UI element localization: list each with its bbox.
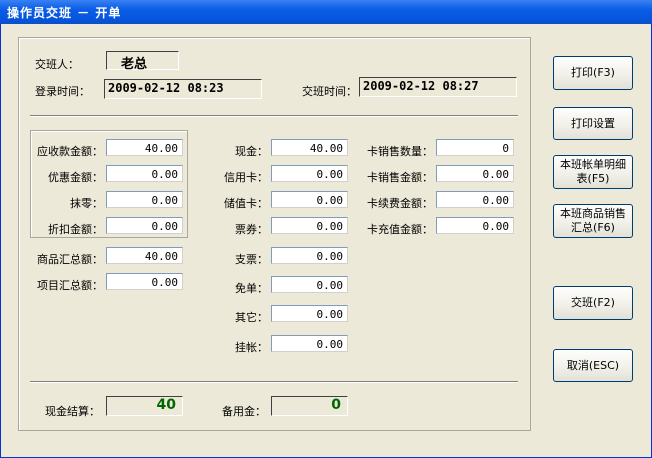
voucher-field[interactable]: 0.00 [271, 217, 348, 234]
card-recharge-field[interactable]: 0.00 [436, 217, 514, 234]
card-renewal-label: 卡续费金额： [367, 197, 433, 210]
items-total-label: 项目汇总额： [37, 279, 103, 292]
cash-field[interactable]: 40.00 [271, 139, 348, 156]
credit-card-field[interactable]: 0.00 [271, 165, 348, 182]
footer-divider [30, 381, 518, 383]
print-settings-button-label: 打印设置 [571, 116, 615, 130]
receivable-label: 应收款金额： [37, 145, 103, 158]
rebate-field[interactable]: 0.00 [106, 217, 183, 234]
shift-detail-button[interactable]: 本班帐单明细 表(F5) [553, 155, 633, 189]
handover-person-field: 老总 [106, 51, 179, 72]
goods-total-field[interactable]: 40.00 [106, 247, 183, 264]
reserve-field: 0 [271, 396, 348, 416]
card-sales-amount-label: 卡销售金额： [367, 171, 433, 184]
cancel-button[interactable]: 取消(ESC) [553, 349, 633, 382]
stored-card-label: 储值卡： [224, 197, 268, 210]
handover-button[interactable]: 交班(F2) [553, 286, 633, 320]
cash-settlement-field: 40 [106, 396, 183, 416]
handover-button-label: 交班(F2) [571, 296, 615, 309]
shift-detail-button-line1: 本班帐单明细 [560, 158, 626, 171]
check-label: 支票： [235, 253, 268, 266]
card-renewal-field[interactable]: 0.00 [436, 191, 514, 208]
shift-goods-button-line1: 本班商品销售 [560, 207, 626, 220]
shift-goods-summary-button[interactable]: 本班商品销售 汇总(F6) [553, 204, 633, 238]
card-sales-qty-label: 卡销售数量： [367, 145, 433, 158]
reserve-label: 备用金： [222, 405, 266, 418]
print-button[interactable]: 打印(F3) [553, 56, 633, 90]
handover-time-field: 2009-02-12 08:27 [359, 77, 517, 97]
print-settings-button[interactable]: 打印设置 [553, 107, 633, 140]
other-field[interactable]: 0.00 [271, 305, 348, 322]
credit-card-label: 信用卡： [224, 171, 268, 184]
rounding-field[interactable]: 0.00 [106, 191, 183, 208]
cash-label: 现金： [235, 145, 268, 158]
login-time-label: 登录时间： [35, 85, 90, 98]
handover-person-label: 交班人： [35, 58, 79, 71]
shift-goods-button-line2: 汇总(F6) [571, 221, 615, 234]
stored-card-field[interactable]: 0.00 [271, 191, 348, 208]
on-account-field[interactable]: 0.00 [271, 335, 348, 352]
rebate-label: 折扣金额： [48, 223, 103, 236]
cash-settlement-label: 现金结算： [45, 405, 100, 418]
check-field[interactable]: 0.00 [271, 247, 348, 264]
receivable-field[interactable]: 40.00 [106, 139, 183, 156]
login-time-field: 2009-02-12 08:23 [104, 79, 262, 99]
items-total-field[interactable]: 0.00 [106, 273, 183, 290]
voucher-label: 票券： [235, 223, 268, 236]
goods-total-label: 商品汇总额： [37, 253, 103, 266]
print-button-label: 打印(F3) [571, 66, 615, 79]
discount-amount-field[interactable]: 0.00 [106, 165, 183, 182]
window-title: 操作员交班 － 开单 [0, 0, 652, 24]
handover-time-label: 交班时间： [302, 85, 357, 98]
card-sales-qty-field[interactable]: 0 [436, 139, 514, 156]
free-field[interactable]: 0.00 [271, 276, 348, 293]
discount-amount-label: 优惠金额： [48, 171, 103, 184]
card-recharge-label: 卡充值金额： [367, 223, 433, 236]
card-sales-amount-field[interactable]: 0.00 [436, 165, 514, 182]
on-account-label: 挂帐： [235, 341, 268, 354]
free-label: 免单： [235, 282, 268, 295]
header-divider [30, 115, 518, 117]
cancel-button-label: 取消(ESC) [566, 358, 620, 372]
other-label: 其它： [235, 311, 268, 324]
rounding-label: 抹零： [70, 197, 103, 210]
shift-detail-button-line2: 表(F5) [576, 172, 610, 185]
